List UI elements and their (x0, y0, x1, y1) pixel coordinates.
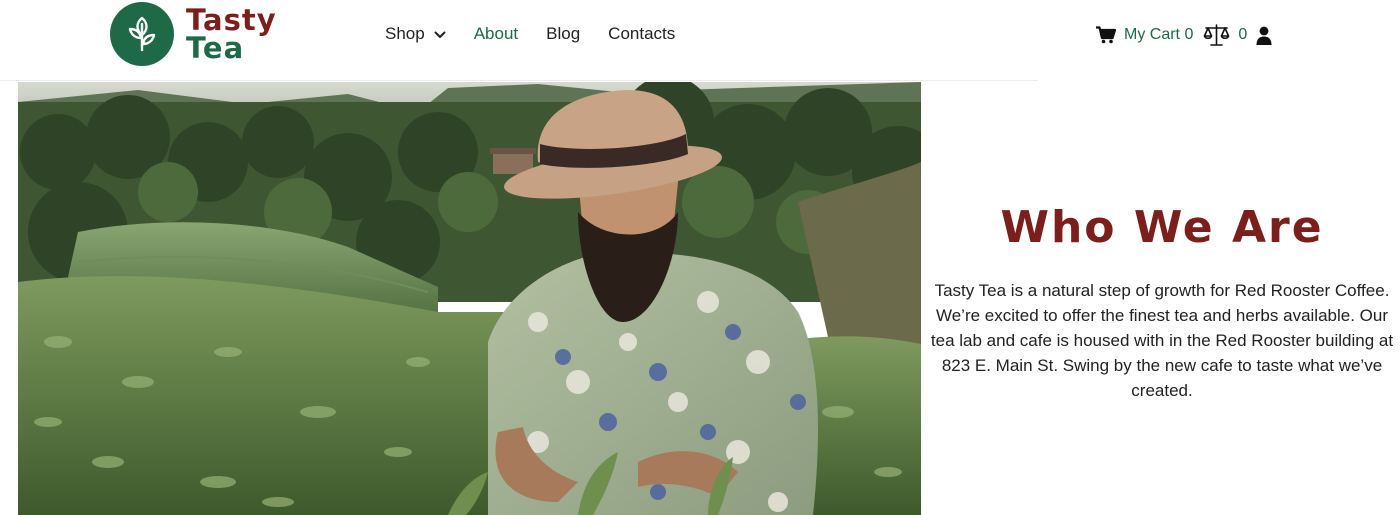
nav-item-shop-label: Shop (385, 24, 425, 43)
tea-farmer-photo (18, 82, 921, 515)
nav-item-contacts[interactable]: Contacts (608, 22, 675, 46)
nav-item-blog-label: Blog (546, 24, 581, 43)
nav-item-blog[interactable]: Blog (546, 22, 580, 46)
logo-line-tasty: Tasty (186, 3, 277, 37)
user-icon (1256, 26, 1272, 45)
logo-line-tea: Tea (186, 31, 245, 65)
logo-wordmark: Tasty Tea (186, 3, 277, 65)
about-section: Who We Are Tasty Tea is a natural step o… (924, 198, 1400, 403)
nav-item-about[interactable]: About (474, 22, 518, 46)
account-link[interactable] (1256, 26, 1272, 45)
site-logo[interactable]: Tasty Tea (110, 2, 277, 66)
compare-link[interactable]: 0 (1203, 23, 1256, 47)
nav-item-shop[interactable]: Shop (385, 22, 446, 46)
hero-photo (18, 82, 921, 515)
main-nav: Shop About Blog Contacts (385, 22, 703, 46)
nav-item-about-label: About (473, 24, 519, 43)
compare-count: 0 (1238, 26, 1248, 43)
chevron-down-icon[interactable] (434, 22, 446, 46)
header-divider (0, 80, 1038, 81)
about-body: Tasty Tea is a natural step of growth fo… (930, 281, 1394, 400)
nav-item-contacts-label: Contacts (608, 24, 676, 43)
cart-link[interactable]: My Cart 0 (1096, 26, 1203, 44)
leaf-icon (110, 2, 174, 66)
about-title: Who We Are (1000, 202, 1324, 253)
site-header: Tasty Tea Shop About Blog Contacts My Ca… (0, 0, 1400, 80)
cart-label: My Cart 0 (1124, 26, 1194, 43)
scale-icon (1204, 24, 1230, 46)
cart-icon (1096, 26, 1116, 44)
header-utility: My Cart 0 0 (1096, 22, 1272, 48)
